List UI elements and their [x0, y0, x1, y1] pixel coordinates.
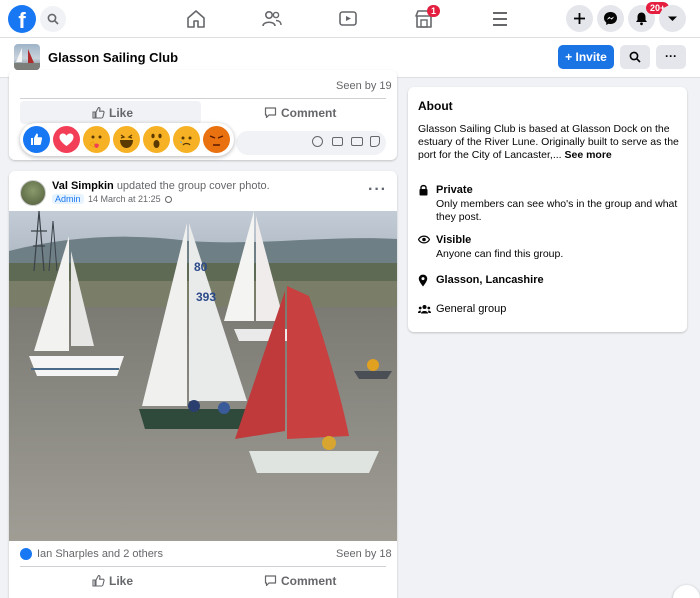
svg-text:80: 80 — [194, 260, 208, 274]
comment-label: Comment — [281, 574, 337, 588]
group-type: General group — [436, 303, 507, 315]
author-name[interactable]: Val Simpkin — [52, 180, 114, 192]
search-button[interactable] — [40, 6, 66, 32]
eye-icon — [418, 235, 430, 244]
facebook-logo-icon[interactable]: f — [8, 5, 36, 33]
like-button[interactable]: Like — [92, 106, 133, 120]
new-message-button[interactable] — [673, 585, 700, 598]
create-button[interactable] — [566, 5, 593, 32]
watch-icon[interactable] — [337, 8, 359, 30]
lock-icon — [419, 184, 428, 196]
sailboat-thumbnail-icon — [14, 48, 40, 70]
comment-icon — [264, 575, 277, 587]
comment-label: Comment — [281, 106, 337, 120]
group-members-icon — [418, 305, 431, 314]
sailboats-photo: 80 393 — [9, 211, 397, 541]
seen-count[interactable]: Seen by 18 — [336, 548, 392, 560]
post-options-button[interactable]: ··· — [368, 181, 387, 199]
invite-label: Invite — [575, 50, 607, 64]
sad-reaction-icon[interactable] — [173, 126, 200, 153]
svg-text:393: 393 — [196, 290, 216, 304]
plus-icon — [574, 13, 585, 24]
group-name[interactable]: Glasson Sailing Club — [48, 50, 178, 65]
reaction-picker — [20, 123, 234, 156]
privacy-title: Private — [436, 184, 473, 196]
about-description-text: Glasson Sailing Club is based at Glasson… — [418, 123, 679, 161]
visibility-description: Anyone can find this group. — [436, 248, 564, 260]
gif-icon[interactable] — [351, 137, 363, 146]
visibility-title: Visible — [436, 234, 472, 246]
camera-icon[interactable] — [332, 137, 343, 146]
like-reaction-icon[interactable] — [23, 126, 50, 153]
divider — [20, 566, 386, 567]
friends-icon[interactable] — [261, 8, 283, 30]
sticker-icon[interactable] — [370, 136, 380, 147]
post-timestamp[interactable]: 14 March at 21:25 — [88, 194, 161, 204]
marketplace-badge: 1 — [427, 5, 441, 17]
like-button[interactable]: Like — [92, 574, 133, 588]
comment-icon — [264, 107, 277, 119]
top-navigation: f 1 20+ — [0, 0, 700, 38]
privacy-description: Only members can see who's in the group … — [436, 198, 678, 223]
plus-icon: + — [565, 50, 573, 64]
bell-icon — [636, 12, 647, 26]
about-description: Glasson Sailing Club is based at Glasson… — [418, 123, 680, 162]
audience-globe-icon — [165, 196, 173, 203]
like-label: Like — [109, 106, 134, 120]
haha-reaction-icon[interactable] — [113, 126, 140, 153]
like-reaction-count-icon — [20, 548, 32, 560]
search-icon — [629, 51, 641, 63]
admin-badge: Admin — [52, 194, 84, 204]
like-label: Like — [109, 574, 134, 588]
emoji-picker-icon[interactable] — [312, 136, 323, 147]
seen-count[interactable]: Seen by 19 — [336, 80, 392, 92]
menu-icon[interactable] — [489, 8, 511, 30]
home-icon[interactable] — [185, 8, 207, 30]
divider — [20, 98, 386, 99]
thumbs-up-icon — [92, 106, 105, 119]
invite-button[interactable]: + Invite — [558, 45, 614, 69]
group-thumbnail[interactable] — [14, 44, 40, 70]
cover-photo[interactable]: 80 393 — [9, 211, 397, 541]
location-pin-icon — [418, 274, 428, 287]
group-more-button[interactable]: ··· — [656, 45, 686, 69]
post-meta: Admin 14 March at 21:25 — [52, 194, 173, 204]
post-action-text: updated the group cover photo. — [116, 180, 270, 192]
care-reaction-icon[interactable] — [83, 126, 110, 153]
account-button[interactable] — [659, 5, 686, 32]
group-search-button[interactable] — [620, 45, 650, 69]
reactions-summary[interactable]: Ian Sharples and 2 others — [37, 548, 163, 560]
angry-reaction-icon[interactable] — [203, 126, 230, 153]
comment-button[interactable]: Comment — [264, 574, 336, 588]
messenger-icon — [604, 12, 617, 25]
see-more-link[interactable]: See more — [565, 149, 612, 161]
post-header: Val Simpkin updated the group cover phot… — [52, 180, 270, 192]
messenger-button[interactable] — [597, 5, 624, 32]
about-heading: About — [418, 99, 453, 113]
chevron-down-icon — [668, 16, 677, 21]
love-reaction-icon[interactable] — [53, 126, 80, 153]
comment-input[interactable] — [236, 131, 386, 155]
wow-reaction-icon[interactable] — [143, 126, 170, 153]
author-avatar[interactable] — [20, 180, 46, 206]
group-location[interactable]: Glasson, Lancashire — [436, 274, 544, 286]
comment-button[interactable]: Comment — [264, 106, 336, 120]
search-icon — [47, 13, 59, 25]
thumbs-up-icon — [92, 574, 105, 587]
